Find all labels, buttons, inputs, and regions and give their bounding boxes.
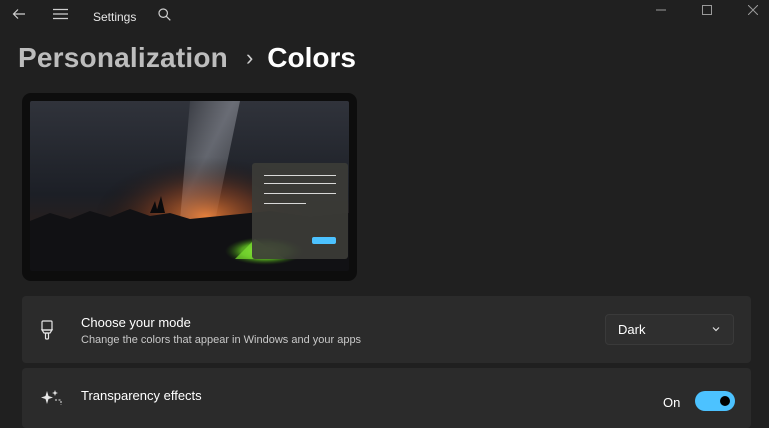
back-button[interactable] <box>1 0 37 28</box>
search-button[interactable] <box>146 0 182 28</box>
breadcrumb: Personalization › Colors <box>18 40 356 76</box>
search-icon <box>157 7 171 21</box>
dropdown-selected-value: Dark <box>618 322 646 337</box>
page-title: Colors <box>267 42 356 73</box>
minimize-button[interactable] <box>641 0 681 20</box>
accent-color-swatch <box>312 237 336 244</box>
breadcrumb-separator: › <box>245 45 254 70</box>
sparkle-icon <box>41 390 62 405</box>
chevron-down-icon <box>712 327 720 332</box>
transparency-toggle[interactable] <box>695 391 735 411</box>
setting-title: Choose your mode <box>81 315 191 330</box>
wallpaper-preview <box>30 101 349 271</box>
mode-dropdown[interactable]: Dark <box>605 314 734 345</box>
breadcrumb-parent-link[interactable]: Personalization <box>18 42 228 74</box>
close-icon <box>748 5 758 15</box>
transparency-effects-setting: Transparency effects On <box>22 368 751 428</box>
toggle-knob <box>720 396 730 406</box>
back-arrow-icon <box>12 9 25 19</box>
maximize-button[interactable] <box>687 0 727 20</box>
setting-description: Change the colors that appear in Windows… <box>81 334 362 346</box>
hamburger-menu-icon <box>52 8 68 20</box>
choose-mode-setting: Choose your mode Change the colors that … <box>22 296 751 363</box>
minimize-icon <box>656 9 666 11</box>
sample-window-preview <box>252 163 348 259</box>
theme-preview <box>22 93 357 281</box>
close-button[interactable] <box>733 0 769 20</box>
maximize-icon <box>702 5 712 15</box>
paintbrush-icon <box>40 320 54 340</box>
toggle-state-label: On <box>663 395 681 410</box>
menu-button[interactable] <box>42 0 78 28</box>
app-title: Settings <box>93 10 137 24</box>
setting-title: Transparency effects <box>81 388 202 403</box>
